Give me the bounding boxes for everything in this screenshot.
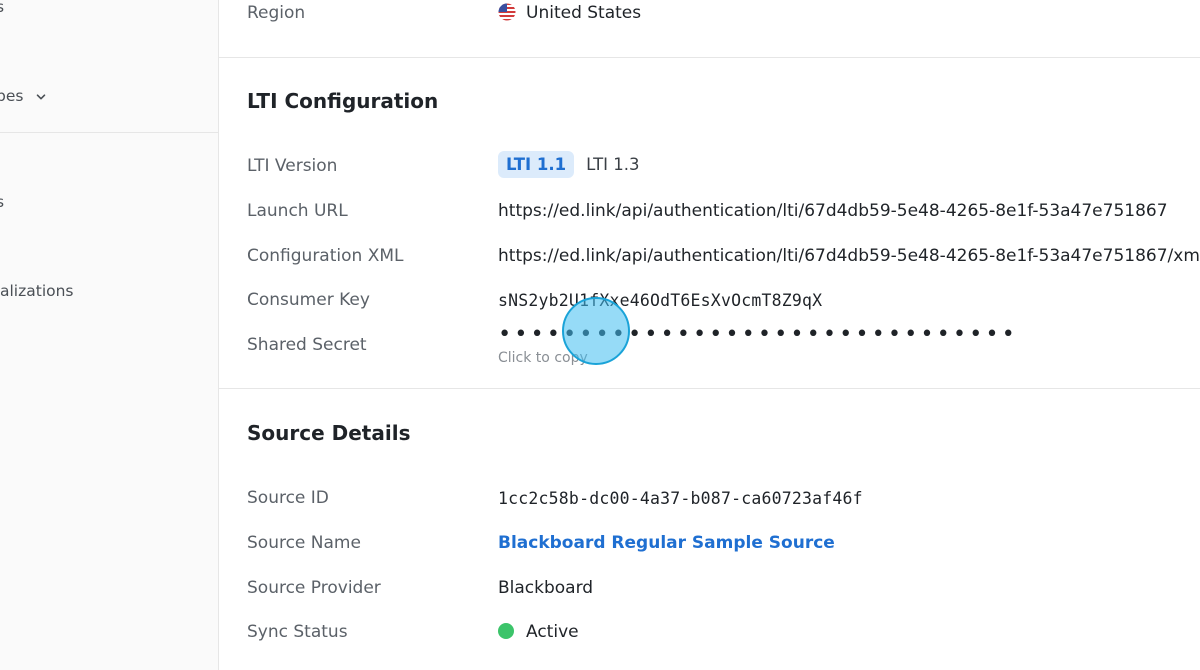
sidebar-divider <box>0 132 218 133</box>
source-provider-value: Blackboard <box>498 578 594 598</box>
lti-1-1-option[interactable]: LTI 1.1 <box>498 151 575 178</box>
shared-secret-label: Shared Secret <box>247 335 367 355</box>
source-id-value: 1cc2c58b-dc00-4a37-b087-ca60723af46f <box>498 489 863 508</box>
sidebar-item-label: s <box>0 193 5 211</box>
config-xml-label: Configuration XML <box>247 246 404 266</box>
sidebar-item-label: pes <box>0 87 24 105</box>
lti-version-toggle: LTI 1.1 LTI 1.3 <box>498 151 652 178</box>
source-name-link[interactable]: Blackboard Regular Sample Source <box>498 533 835 553</box>
sidebar-item-1[interactable]: s <box>0 0 4 16</box>
sidebar-item-4[interactable]: s <box>0 193 4 211</box>
region-value: United States <box>498 3 641 23</box>
sidebar-item-label: alizations <box>0 282 74 300</box>
sidebar-item-label: s <box>0 0 5 16</box>
lti-1-3-option[interactable]: LTI 1.3 <box>578 151 647 178</box>
source-provider-label: Source Provider <box>247 578 381 598</box>
lti-version-label: LTI Version <box>247 156 338 176</box>
region-label: Region <box>247 3 306 23</box>
sidebar: s pes s alizations <box>0 0 219 670</box>
divider <box>219 388 1200 389</box>
sync-status-text: Active <box>526 622 579 642</box>
us-flag-icon <box>498 3 516 21</box>
source-section-title: Source Details <box>247 421 411 445</box>
consumer-key-label: Consumer Key <box>247 290 370 310</box>
divider <box>219 57 1200 58</box>
sidebar-item-types[interactable]: pes <box>0 87 46 105</box>
chevron-down-icon <box>37 93 46 99</box>
launch-url-value[interactable]: https://ed.link/api/authentication/lti/6… <box>498 201 1168 221</box>
source-name-label: Source Name <box>247 533 361 553</box>
source-id-label: Source ID <box>247 488 329 508</box>
lti-section-title: LTI Configuration <box>247 89 439 113</box>
main-content: Region United States LTI Configuration L… <box>219 0 1200 670</box>
sync-status-value: Active <box>498 622 579 642</box>
launch-url-label: Launch URL <box>247 201 348 221</box>
consumer-key-value[interactable]: sNS2yb2U1fXxe46OdT6EsXvOcmT8Z9qX <box>498 291 822 310</box>
region-text: United States <box>526 3 642 23</box>
status-dot-icon <box>498 623 514 639</box>
click-indicator <box>562 297 630 365</box>
sidebar-item-visualizations[interactable]: alizations <box>0 282 74 300</box>
config-xml-value[interactable]: https://ed.link/api/authentication/lti/6… <box>498 246 1200 266</box>
sync-status-label: Sync Status <box>247 622 348 642</box>
